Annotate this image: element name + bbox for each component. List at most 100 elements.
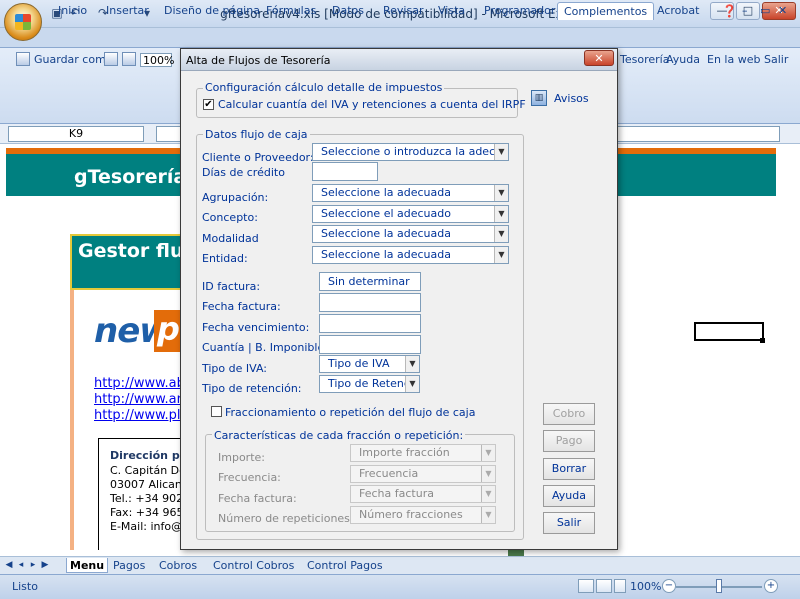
- sheet-tab-control-cobros[interactable]: Control Cobros: [210, 558, 297, 573]
- tab-complementos[interactable]: Complementos: [557, 2, 655, 20]
- zoom-in-icon[interactable]: +: [764, 579, 778, 593]
- help-icon[interactable]: ❓: [722, 2, 737, 20]
- chevron-down-icon[interactable]: ▼: [481, 466, 495, 482]
- avisos-label[interactable]: Avisos: [554, 92, 589, 105]
- modalidad-combo-value: Seleccione la adecuada: [321, 227, 451, 240]
- tab-formulas[interactable]: Fórmulas: [266, 2, 316, 20]
- entidad-combo[interactable]: Seleccione la adecuada ▼: [312, 246, 509, 264]
- frecuencia-combo-value: Frecuencia: [359, 467, 419, 480]
- chevron-down-icon[interactable]: ▼: [494, 247, 508, 263]
- prev-sheet-icon[interactable]: ◂: [16, 558, 26, 572]
- borrar-button[interactable]: Borrar: [543, 458, 595, 480]
- tipo-retencion-combo[interactable]: Tipo de Retenció ▼: [319, 375, 420, 393]
- cuantia-input[interactable]: [319, 335, 421, 354]
- tipo-iva-combo[interactable]: Tipo de IVA ▼: [319, 355, 420, 373]
- chevron-down-icon[interactable]: ▼: [494, 144, 508, 160]
- repeticiones-label: Número de repeticiones:: [218, 512, 354, 525]
- tesoreria-menu[interactable]: Tesorería: [620, 53, 669, 67]
- fecha-factura-input[interactable]: [319, 293, 421, 312]
- zoom-slider-thumb[interactable]: [716, 579, 722, 593]
- repeticiones-combo[interactable]: Número fracciones ▼: [350, 506, 496, 524]
- zoom-out-icon[interactable]: −: [662, 579, 676, 593]
- tab-datos[interactable]: Datos: [332, 2, 364, 20]
- chevron-down-icon[interactable]: ▼: [481, 445, 495, 461]
- iva-checkbox[interactable]: ✔: [203, 99, 214, 110]
- chevron-down-icon[interactable]: ▼: [481, 507, 495, 523]
- office-button[interactable]: [4, 3, 42, 41]
- tab-diseno-pagina[interactable]: Diseño de página: [164, 2, 260, 20]
- sheet-tab-control-pagos[interactable]: Control Pagos: [304, 558, 386, 573]
- tab-acrobat[interactable]: Acrobat: [657, 2, 699, 20]
- datos-group-label: Datos flujo de caja: [203, 128, 310, 141]
- chevron-down-icon[interactable]: ▼: [405, 376, 419, 392]
- selected-cell[interactable]: [694, 322, 764, 341]
- dialog-close-button[interactable]: ✕: [584, 50, 614, 66]
- newp-logo-p: p: [154, 310, 182, 352]
- pago-button[interactable]: Pago: [543, 430, 595, 452]
- cliente-combo[interactable]: Seleccione o introduzca la adecuada ▼: [312, 143, 509, 161]
- sheet-tab-menu[interactable]: Menu: [66, 558, 109, 573]
- chevron-down-icon[interactable]: ▼: [481, 486, 495, 502]
- concepto-combo[interactable]: Seleccione el adecuado ▼: [312, 205, 509, 223]
- tab-vista[interactable]: Vista: [438, 2, 465, 20]
- save-as-button[interactable]: Guardar como: [34, 53, 113, 67]
- ribbon-close-icon[interactable]: ✕: [778, 2, 787, 20]
- modalidad-label: Modalidad: [202, 232, 259, 245]
- salir-menu[interactable]: Salir: [764, 53, 788, 67]
- maximize-button[interactable]: □: [736, 2, 760, 20]
- tab-programador[interactable]: Programador: [484, 2, 555, 20]
- dias-input[interactable]: [312, 162, 378, 181]
- tab-insertar[interactable]: Insertar: [106, 2, 149, 20]
- sheet-title: gTesorería: [74, 166, 187, 188]
- zoom-combo[interactable]: 100%: [140, 53, 174, 67]
- salir-button[interactable]: Salir: [543, 512, 595, 534]
- last-sheet-icon[interactable]: ▶: [40, 558, 50, 572]
- print-icon[interactable]: [104, 52, 118, 66]
- en-la-web-menu[interactable]: En la web: [707, 53, 760, 67]
- frecuencia-combo[interactable]: Frecuencia ▼: [350, 465, 496, 483]
- fecha-vencimiento-input[interactable]: [319, 314, 421, 333]
- link-aba[interactable]: http://www.aba: [94, 376, 193, 391]
- ribbon-minimize-icon[interactable]: –: [742, 2, 748, 20]
- importe-combo[interactable]: Importe fracción ▼: [350, 444, 496, 462]
- repeticiones-combo-value: Número fracciones: [359, 508, 463, 521]
- modalidad-combo[interactable]: Seleccione la adecuada ▼: [312, 225, 509, 243]
- page-break-view-button[interactable]: [614, 579, 626, 593]
- ribbon-restore-icon[interactable]: ▭: [760, 2, 770, 20]
- concepto-label: Concepto:: [202, 211, 258, 224]
- status-text: Listo: [12, 580, 38, 593]
- agrupacion-combo[interactable]: Seleccione la adecuada ▼: [312, 184, 509, 202]
- id-factura-input[interactable]: Sin determinar: [319, 272, 421, 291]
- fraccionamiento-checkbox[interactable]: [211, 406, 222, 417]
- sheet-tab-cobros[interactable]: Cobros: [156, 558, 200, 573]
- sheet-tab-pagos[interactable]: Pagos: [110, 558, 148, 573]
- next-sheet-icon[interactable]: ▸: [28, 558, 38, 572]
- chevron-down-icon[interactable]: ▼: [494, 206, 508, 222]
- ayuda-button[interactable]: Ayuda: [543, 485, 595, 507]
- fraccion-fecha-combo[interactable]: Fecha factura ▼: [350, 485, 496, 503]
- chevron-down-icon[interactable]: ▼: [494, 185, 508, 201]
- link-are[interactable]: http://www.are: [94, 392, 190, 407]
- avisos-icon[interactable]: ▥: [531, 90, 547, 106]
- fill-handle[interactable]: [760, 338, 765, 343]
- first-sheet-icon[interactable]: ◀: [4, 558, 14, 572]
- config-group-label: Configuración cálculo detalle de impuest…: [203, 81, 445, 94]
- chevron-down-icon[interactable]: ▼: [494, 226, 508, 242]
- normal-view-button[interactable]: [578, 579, 594, 593]
- chevron-down-icon[interactable]: ▼: [405, 356, 419, 372]
- save-as-icon: [16, 52, 30, 66]
- office-logo-icon: [15, 14, 31, 30]
- sheet-orange-line: [70, 290, 74, 550]
- tab-revisar[interactable]: Revisar: [383, 2, 423, 20]
- tipo-iva-label: Tipo de IVA:: [202, 362, 267, 375]
- tab-inicio[interactable]: Inicio: [58, 2, 87, 20]
- tipo-iva-combo-value: Tipo de IVA: [328, 357, 390, 370]
- page-layout-view-button[interactable]: [596, 579, 612, 593]
- cobro-button[interactable]: Cobro: [543, 403, 595, 425]
- cuantia-label: Cuantía | B. Imponible:: [202, 341, 328, 354]
- preview-icon[interactable]: [122, 52, 136, 66]
- ayuda-menu[interactable]: Ayuda: [666, 53, 700, 67]
- agrupacion-label: Agrupación:: [202, 191, 269, 204]
- cliente-label: Cliente o Proveedor:: [202, 151, 314, 164]
- name-box[interactable]: K9: [8, 126, 144, 142]
